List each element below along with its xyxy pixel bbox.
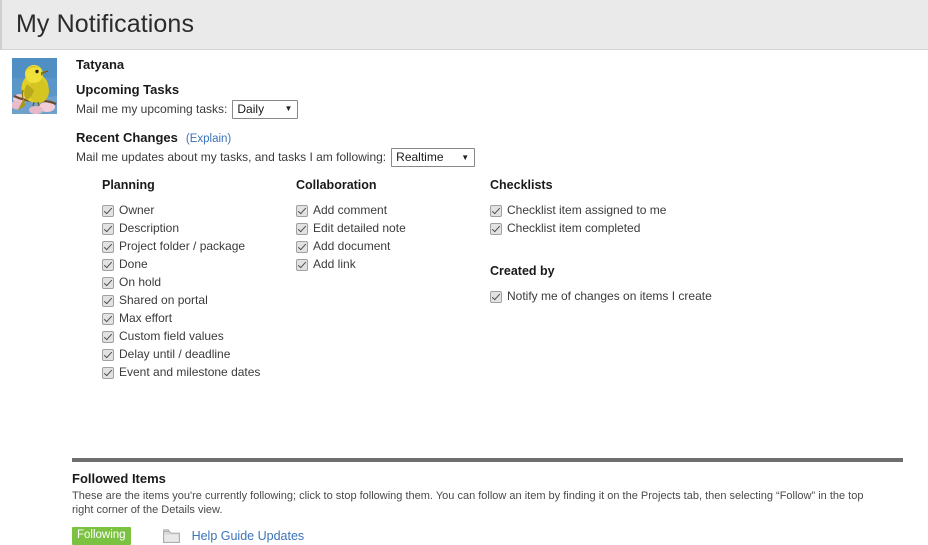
checkbox-label: Owner [119,203,155,218]
checkbox-icon[interactable] [296,259,308,272]
column-collaboration-title: Collaboration [296,178,377,193]
checkbox-label: Checklist item assigned to me [507,203,667,218]
column-checklists: Checklists Checklist item assigned to me… [490,178,790,307]
column-planning-items: Owner Description Project folder / packa… [102,203,297,380]
checkbox-row[interactable]: Done [102,257,297,272]
checkbox-row[interactable]: Owner [102,203,297,218]
checkbox-icon[interactable] [296,241,308,254]
checkbox-icon[interactable] [102,223,114,236]
checkbox-label: Max effort [119,311,173,326]
checkbox-label: Add comment [313,203,388,218]
following-badge[interactable]: Following [72,527,131,545]
upcoming-tasks-heading: Upcoming Tasks [76,82,928,98]
checkbox-label: Custom field values [119,329,224,344]
page-header: My Notifications [0,0,928,50]
checkbox-label: Add link [313,257,356,272]
checkbox-row[interactable]: Event and milestone dates [102,365,297,380]
checkbox-row[interactable]: Checklist item assigned to me [490,203,790,218]
recent-changes-heading: Recent Changes (Explain) [76,130,928,146]
recent-changes-title: Recent Changes [76,129,178,145]
upcoming-tasks-setting: Mail me my upcoming tasks: Daily ▼ [76,99,928,119]
checkbox-label: Description [119,221,180,236]
checkbox-row[interactable]: Add link [296,257,491,272]
folder-icon [162,529,180,544]
recent-changes-label: Mail me updates about my tasks, and task… [76,149,387,164]
user-name: Tatyana [76,57,125,72]
column-created-by-title: Created by [490,264,555,279]
followed-items-section: Followed Items These are the items you'r… [0,458,928,545]
followed-item-link[interactable]: Help Guide Updates [192,529,305,543]
column-checklists-items: Checklist item assigned to me Checklist … [490,203,790,236]
checkbox-icon[interactable] [490,291,502,304]
checkbox-label: Add document [313,239,391,254]
profile-column: Tatyana Upcoming Tasks Mail me my upcomi… [76,50,928,168]
checkbox-icon[interactable] [102,295,114,308]
checkbox-label: Checklist item completed [507,221,641,236]
checkbox-label: Edit detailed note [313,221,406,236]
upcoming-tasks-frequency-select[interactable]: Daily [232,99,299,119]
recent-changes-frequency-select[interactable]: Realtime [391,148,476,168]
explain-link[interactable]: (Explain) [186,132,231,146]
followed-items-description: These are the items you're currently fol… [72,489,864,517]
checkbox-row[interactable]: Add comment [296,203,491,218]
column-collaboration: Collaboration Add comment Edit detailed … [296,178,491,275]
checkbox-label: Project folder / package [119,239,246,254]
checkbox-label: Event and milestone dates [119,365,261,380]
checkbox-icon[interactable] [296,223,308,236]
checkbox-row[interactable]: On hold [102,275,297,290]
checkbox-icon[interactable] [296,205,308,218]
page-title: My Notifications [16,10,195,38]
checkbox-row[interactable]: Delay until / deadline [102,347,297,362]
followed-items-body: Followed Items These are the items you'r… [72,462,928,545]
upcoming-tasks-frequency-wrap: Daily ▼ [232,99,299,119]
column-created-by-items: Notify me of changes on items I create [490,289,790,304]
checkbox-icon[interactable] [102,277,114,290]
recent-changes-frequency-wrap: Realtime ▼ [391,148,476,168]
checkbox-label: Notify me of changes on items I create [507,289,712,304]
checkbox-icon[interactable] [102,349,114,362]
recent-changes-setting: Mail me updates about my tasks, and task… [76,148,928,168]
notification-options-columns: Planning Owner Description Project folde… [102,178,928,394]
checkbox-icon[interactable] [102,205,114,218]
checkbox-icon[interactable] [490,205,502,218]
checkbox-label: On hold [119,275,162,290]
main-content: Tatyana Upcoming Tasks Mail me my upcomi… [0,50,928,545]
upcoming-tasks-label: Mail me my upcoming tasks: [76,101,228,116]
upcoming-tasks-title: Upcoming Tasks [76,81,180,97]
checkbox-row[interactable]: Notify me of changes on items I create [490,289,790,304]
checkbox-label: Done [119,257,148,272]
checkbox-row[interactable]: Edit detailed note [296,221,491,236]
followed-item-row: Following Help Guide Updates [72,527,928,545]
checkbox-row[interactable]: Description [102,221,297,236]
column-planning-title: Planning [102,178,155,193]
column-planning: Planning Owner Description Project folde… [102,178,297,383]
checkbox-icon[interactable] [490,223,502,236]
checkbox-label: Shared on portal [119,293,208,308]
avatar [12,58,57,114]
checkbox-label: Delay until / deadline [119,347,231,362]
checkbox-row[interactable]: Add document [296,239,491,254]
checkbox-row[interactable]: Custom field values [102,329,297,344]
followed-items-title: Followed Items [72,471,166,486]
column-collaboration-items: Add comment Edit detailed note Add docum… [296,203,491,272]
checkbox-row[interactable]: Shared on portal [102,293,297,308]
checkbox-icon[interactable] [102,313,114,326]
column-checklists-title: Checklists [490,178,553,193]
checkbox-row[interactable]: Project folder / package [102,239,297,254]
checkbox-icon[interactable] [102,259,114,272]
checkbox-icon[interactable] [102,241,114,254]
checkbox-icon[interactable] [102,331,114,344]
checkbox-icon[interactable] [102,367,114,380]
checkbox-row[interactable]: Max effort [102,311,297,326]
checkbox-row[interactable]: Checklist item completed [490,221,790,236]
